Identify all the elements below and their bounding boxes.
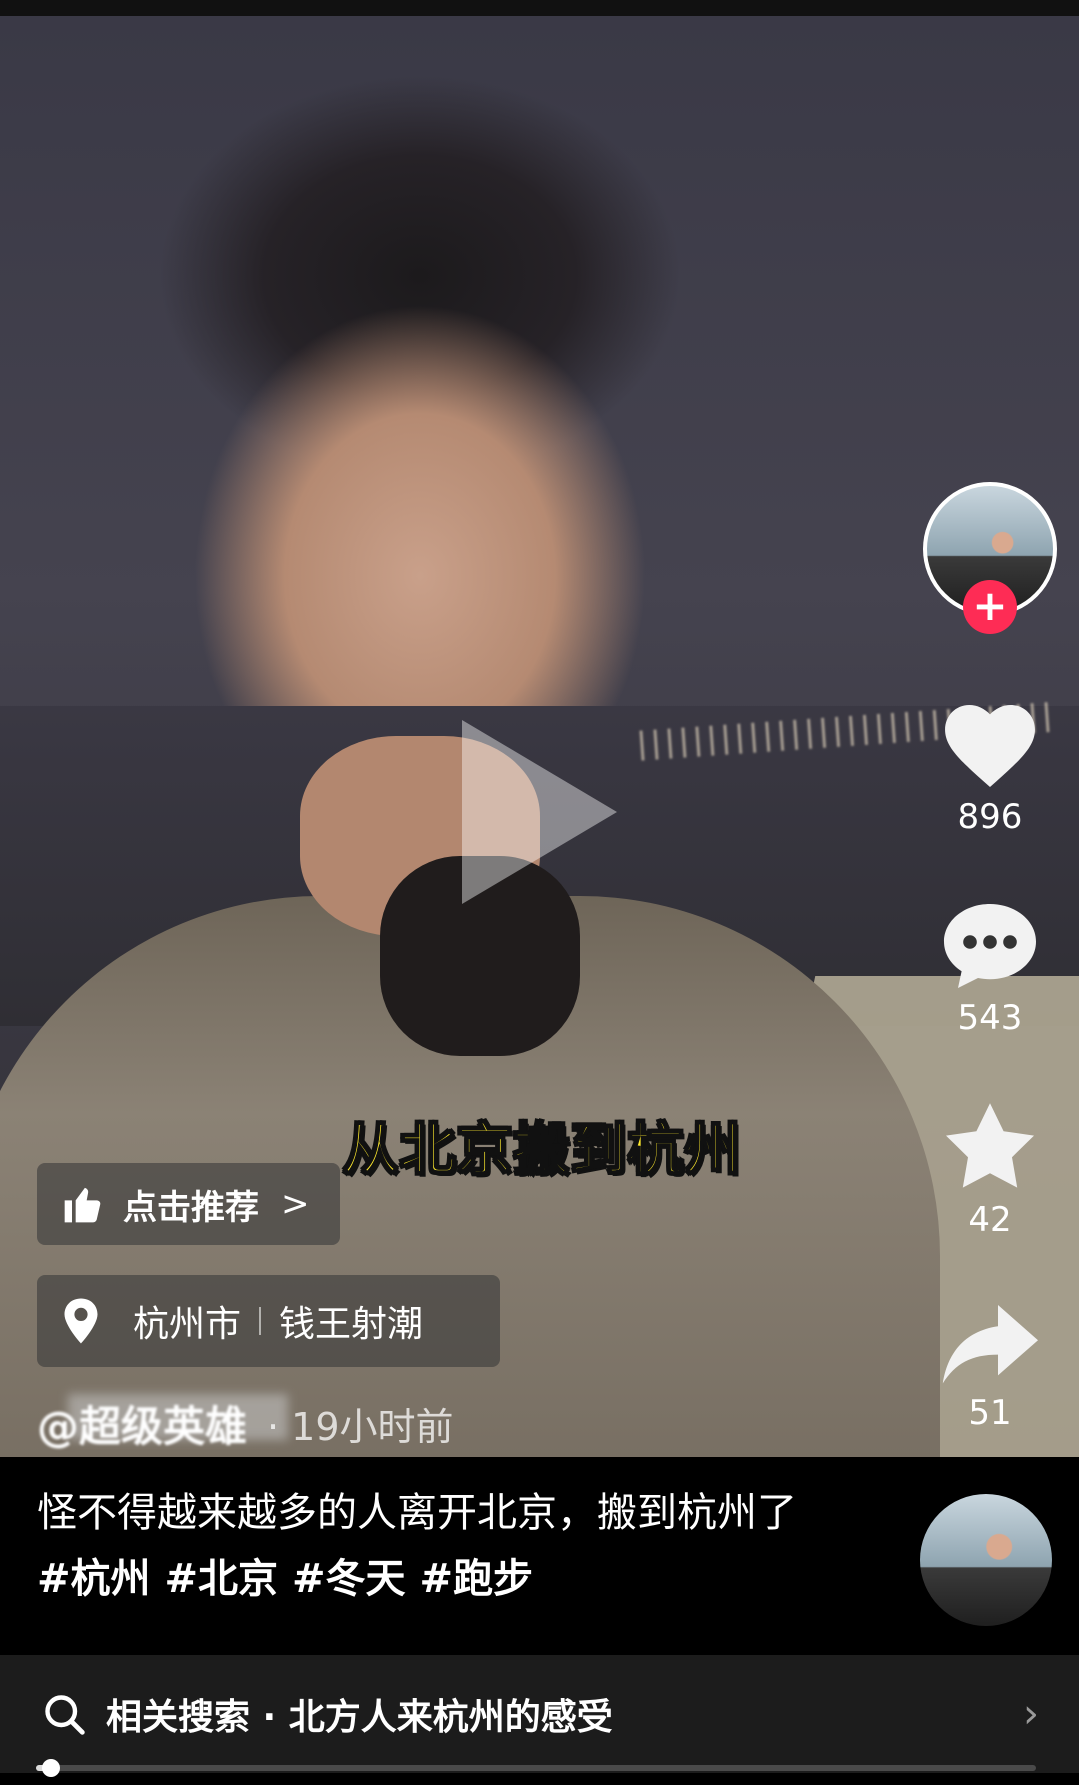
star-icon xyxy=(946,1103,1034,1188)
like-count: 896 xyxy=(957,797,1023,837)
related-search-bar[interactable]: 相关搜索 · 北方人来杭州的感受 › xyxy=(0,1655,1079,1773)
location-place: 钱王射潮 xyxy=(279,1304,424,1345)
hashtag[interactable]: #冬天 xyxy=(292,1556,406,1602)
follow-button[interactable]: + xyxy=(963,580,1017,634)
play-icon[interactable] xyxy=(462,720,617,904)
author-line: @超级英雄 · 19小时前 xyxy=(37,1398,454,1451)
recommend-button[interactable]: 点击推荐 > xyxy=(37,1163,340,1245)
thumbs-up-icon xyxy=(64,1187,101,1223)
description-text: 怪不得越来越多的人离开北京，搬到杭州了 xyxy=(37,1490,797,1536)
status-bar xyxy=(0,0,1079,16)
author-avatar-block[interactable]: + xyxy=(920,482,1060,634)
video-description: 怪不得越来越多的人离开北京，搬到杭州了 #杭州 #北京 #冬天 #跑步 xyxy=(37,1480,827,1612)
search-icon xyxy=(45,1695,85,1735)
location-pin-icon xyxy=(64,1298,98,1344)
related-search-label: 相关搜索 · 北方人来杭州的感受 xyxy=(106,1697,613,1738)
share-button[interactable]: 51 xyxy=(920,1305,1060,1433)
share-arrow-icon xyxy=(942,1305,1038,1384)
comment-count: 543 xyxy=(957,998,1023,1038)
chevron-right-icon: › xyxy=(1023,1691,1039,1737)
author-name[interactable]: @超级英雄 xyxy=(37,1393,247,1454)
location-divider xyxy=(259,1307,262,1335)
like-button[interactable]: 896 xyxy=(920,703,1060,837)
video-caption: 从北京搬到杭州 xyxy=(342,1117,742,1184)
music-avatar[interactable] xyxy=(920,1494,1052,1626)
chevron-right-icon: > xyxy=(281,1184,310,1224)
share-count: 51 xyxy=(968,1393,1012,1433)
hashtag[interactable]: #北京 xyxy=(165,1556,279,1602)
comment-icon xyxy=(944,904,1036,988)
favorite-count: 42 xyxy=(968,1200,1012,1240)
hashtag[interactable]: #跑步 xyxy=(420,1556,534,1602)
favorite-button[interactable]: 42 xyxy=(920,1100,1060,1240)
heart-icon xyxy=(945,704,1035,788)
post-time: · 19小时前 xyxy=(267,1404,454,1449)
hashtag[interactable]: #杭州 xyxy=(37,1556,151,1602)
progress-handle[interactable] xyxy=(42,1759,60,1777)
comment-button[interactable]: 543 xyxy=(920,902,1060,1038)
video-progress-bar[interactable] xyxy=(36,1759,1036,1777)
recommend-label: 点击推荐 xyxy=(123,1187,259,1228)
location-tag[interactable]: 杭州市 钱王射潮 xyxy=(37,1275,500,1367)
location-city: 杭州市 xyxy=(133,1304,242,1345)
